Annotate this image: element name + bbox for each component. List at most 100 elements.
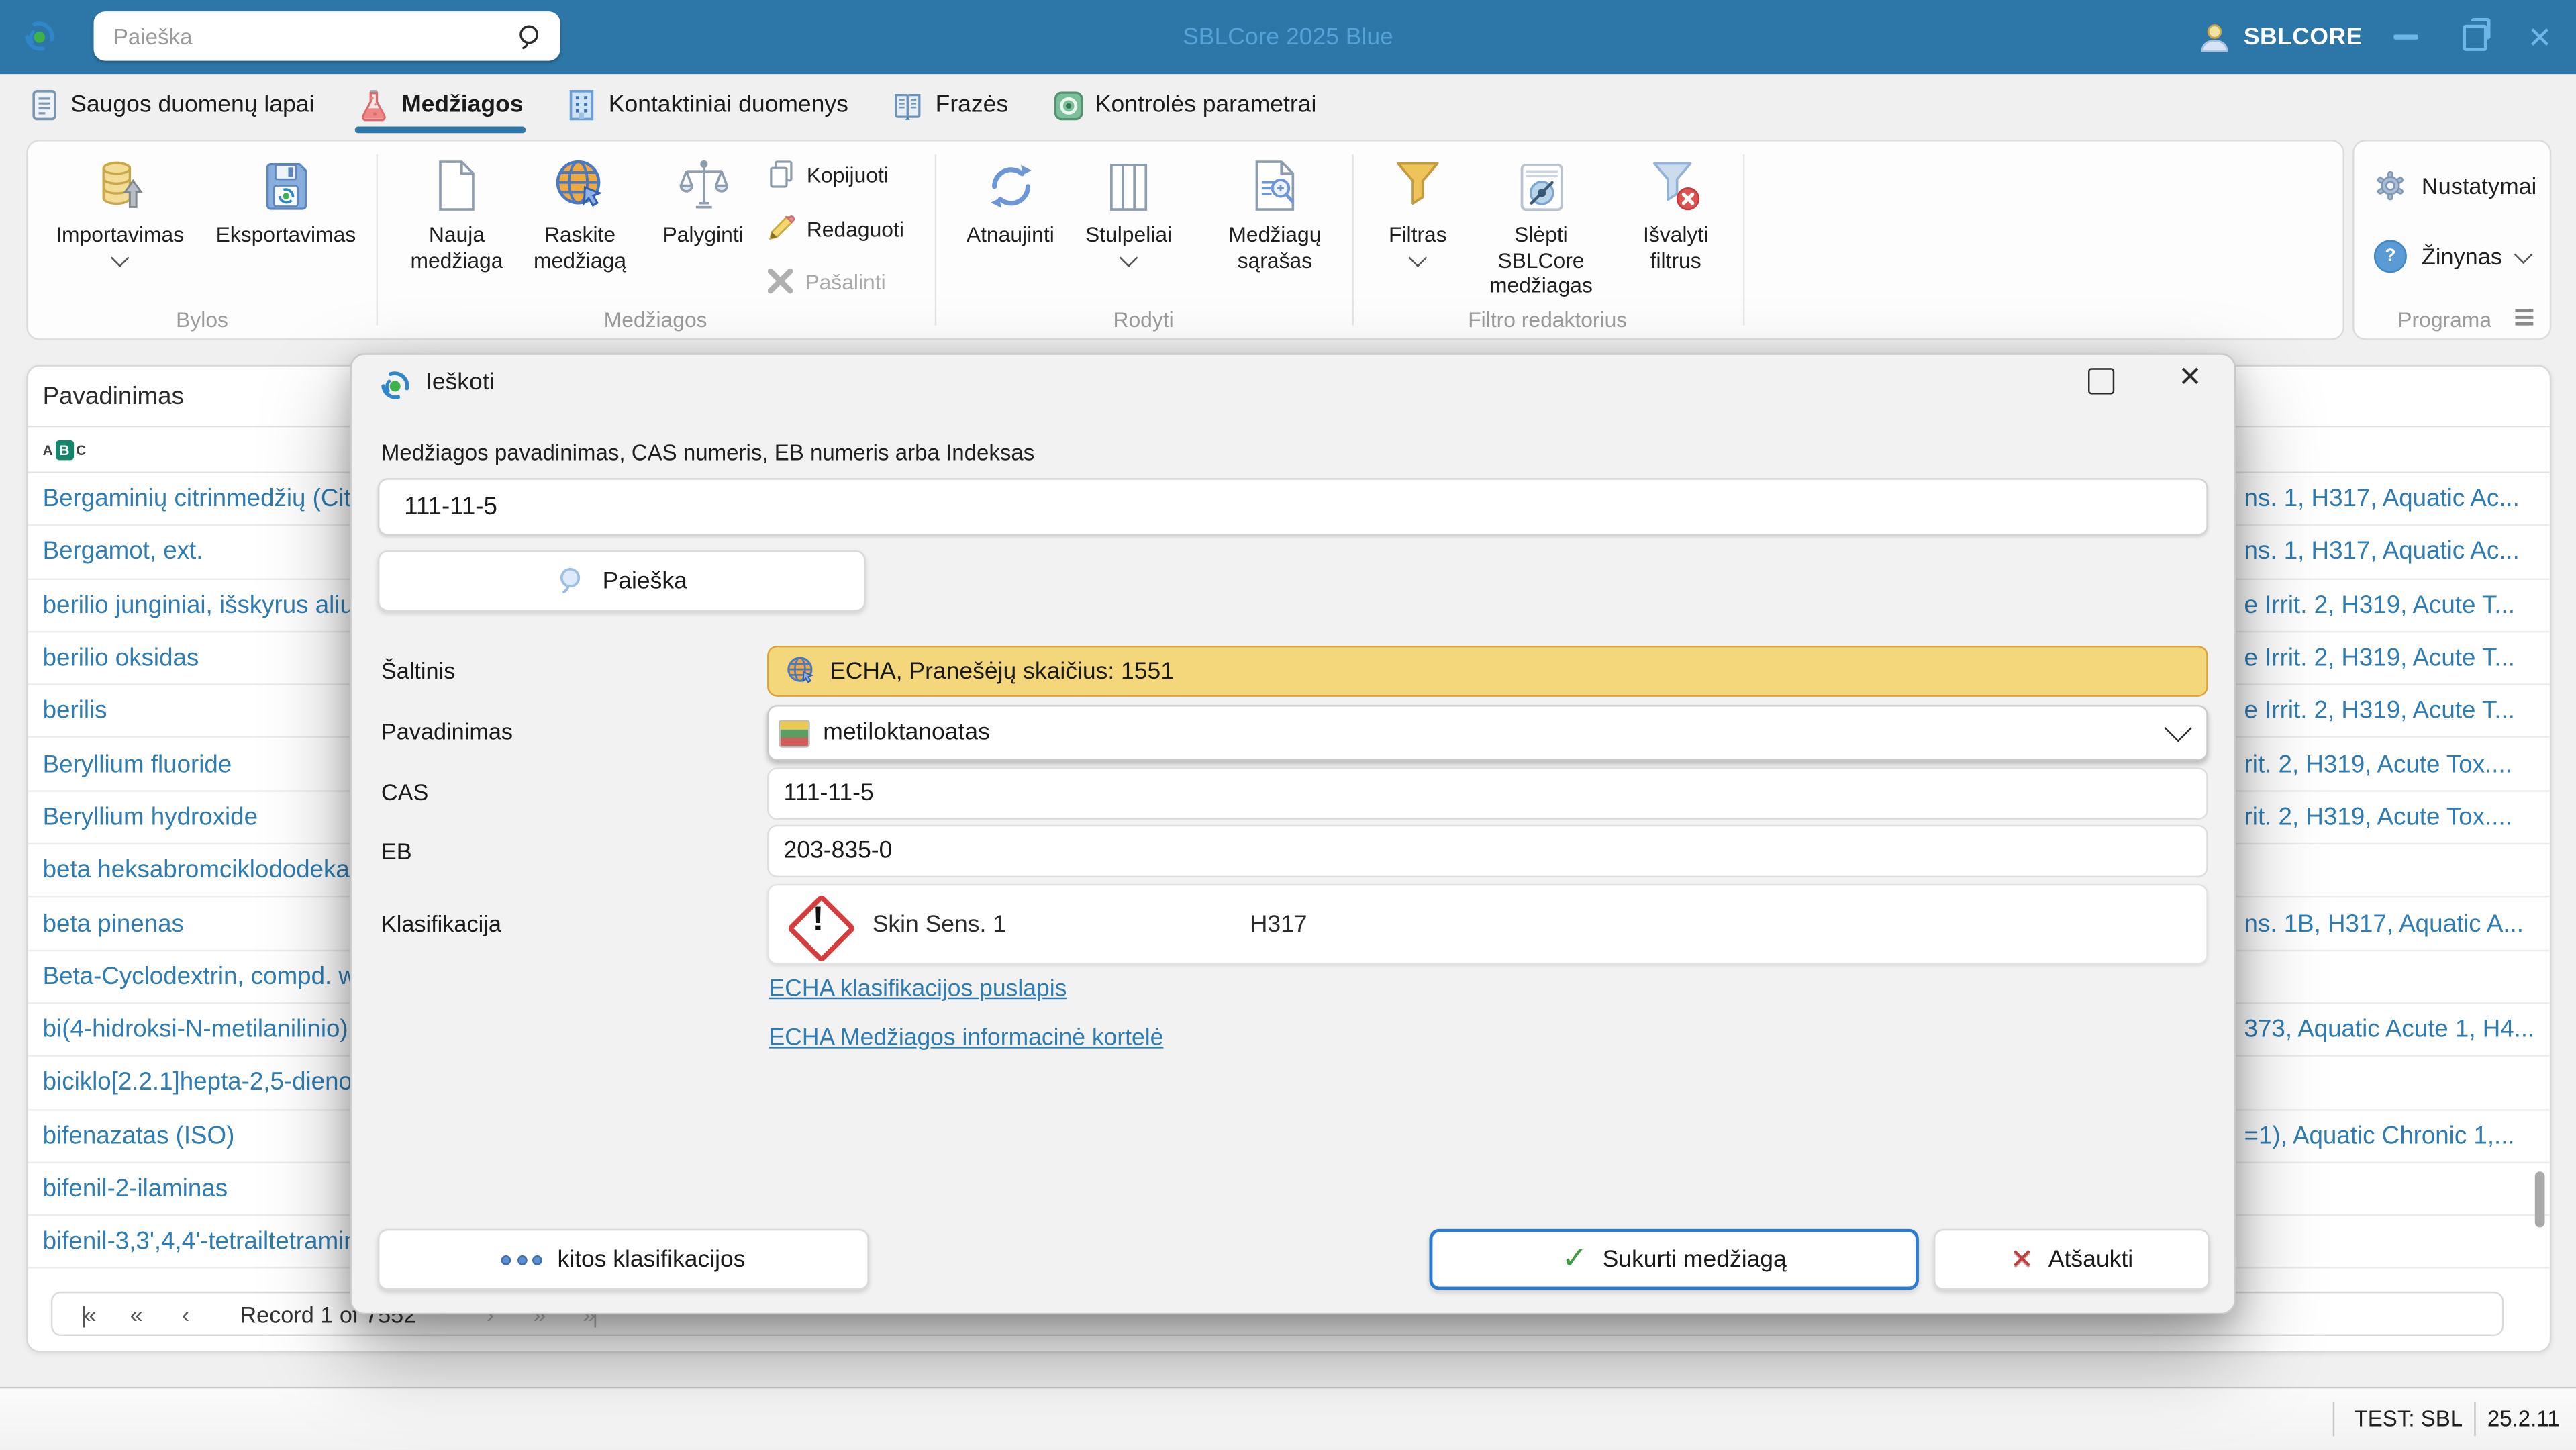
import-button[interactable]: Importavimas bbox=[51, 154, 189, 267]
cancel-button[interactable]: ✕ Atšaukti bbox=[1933, 1228, 2210, 1290]
global-search-box[interactable] bbox=[93, 11, 560, 61]
compare-button[interactable]: Palyginti bbox=[649, 154, 758, 247]
classification-cell[interactable]: rit. 2, H319, Acute Tox.... bbox=[2244, 804, 2550, 832]
status-divider bbox=[2332, 1401, 2335, 1437]
document-search-icon bbox=[1250, 154, 1299, 213]
check-icon: ✓ bbox=[1561, 1242, 1588, 1277]
tab-medziagos[interactable]: Medžiagos bbox=[355, 74, 527, 136]
classification-cell[interactable]: 373, Aquatic Acute 1, H4... bbox=[2244, 1016, 2550, 1044]
group-divider bbox=[1352, 154, 1354, 326]
settings-button[interactable]: Nustatymai bbox=[2374, 169, 2536, 202]
filter-button[interactable]: Filtras bbox=[1367, 154, 1469, 267]
button-label: Žinynas bbox=[2421, 243, 2502, 270]
dialog-search-button[interactable]: Paieška bbox=[377, 550, 866, 612]
group-divider bbox=[934, 154, 937, 326]
columns-button[interactable]: Stulpeliai bbox=[1073, 154, 1184, 267]
edit-button[interactable]: Redaguoti bbox=[767, 213, 904, 243]
button-label: Kopijuoti bbox=[806, 162, 889, 187]
restore-button[interactable] bbox=[2441, 0, 2507, 74]
other-classifications-button[interactable]: kitos klasifikacijos bbox=[377, 1228, 869, 1290]
refresh-button[interactable]: Atnaujinti bbox=[948, 154, 1073, 247]
database-import-icon bbox=[94, 154, 146, 213]
substance-list-button[interactable]: Medžiagų sąrašas bbox=[1204, 154, 1346, 273]
ribbon-group-label: Programa bbox=[2397, 307, 2492, 332]
help-button[interactable]: ? Žinynas bbox=[2373, 240, 2533, 273]
group-divider bbox=[1743, 154, 1745, 326]
chevron-down-icon[interactable] bbox=[2164, 714, 2192, 742]
classification-cell[interactable]: rit. 2, H319, Acute Tox.... bbox=[2244, 751, 2550, 779]
search-icon bbox=[556, 565, 588, 597]
tab-saugos-duomenu-lapai[interactable]: Saugos duomenų lapai bbox=[30, 74, 314, 136]
minimize-button[interactable] bbox=[2372, 0, 2438, 74]
tab-label: Frazės bbox=[935, 92, 1009, 119]
classification-cell[interactable]: e Irrit. 2, H319, Acute T... bbox=[2244, 697, 2550, 726]
eb-label: EB bbox=[381, 838, 412, 865]
button-label: Palyginti bbox=[662, 222, 744, 247]
version-label: 25.2.11 bbox=[2487, 1406, 2560, 1431]
cas-label: CAS bbox=[381, 779, 429, 806]
copy-button[interactable]: Kopijuoti bbox=[767, 159, 889, 189]
dialog-search-input[interactable] bbox=[401, 491, 2207, 523]
dialog-close-button[interactable]: ✕ bbox=[2179, 361, 2202, 394]
environment-label: TEST: SBL bbox=[2354, 1406, 2463, 1431]
copy-icon bbox=[767, 159, 795, 189]
close-button[interactable]: ✕ bbox=[2507, 0, 2573, 74]
account-area[interactable]: SBLCORE bbox=[2197, 0, 2362, 74]
global-search-input[interactable] bbox=[109, 22, 516, 50]
tab-kontaktiniai-duomenys[interactable]: Kontaktiniai duomenys bbox=[568, 74, 848, 136]
app-window: SBLCore 2025 Blue SBLCORE ✕ Saugos duome… bbox=[0, 0, 2576, 1449]
building-icon bbox=[568, 89, 597, 122]
globe-icon bbox=[785, 656, 817, 687]
scrollbar-thumb[interactable] bbox=[2534, 1171, 2545, 1228]
cas-value: 111-11-5 bbox=[783, 780, 874, 807]
cas-value-box[interactable]: 111-11-5 bbox=[767, 767, 2208, 820]
name-label: Pavadinimas bbox=[381, 718, 513, 744]
columns-icon bbox=[1105, 154, 1152, 213]
delete-button[interactable]: Pašalinti bbox=[767, 268, 886, 294]
name-value: metiloktanoatas bbox=[823, 720, 990, 746]
dialog-maximize-button[interactable] bbox=[2088, 368, 2115, 395]
tab-kontroles-parametrai[interactable]: Kontrolės parametrai bbox=[1052, 74, 1316, 136]
delete-x-icon bbox=[767, 268, 793, 294]
first-record-button[interactable]: |« bbox=[62, 1300, 111, 1326]
echa-infocard-link[interactable]: ECHA Medžiagos informacinė kortelė bbox=[769, 1025, 1164, 1051]
button-label: Atnaujinti bbox=[966, 222, 1054, 247]
cancel-x-icon: ✕ bbox=[2010, 1243, 2034, 1275]
new-substance-button[interactable]: Nauja medžiaga bbox=[399, 154, 514, 273]
ribbon-group-label: Rodyti bbox=[1113, 307, 1174, 332]
classification-cell[interactable]: =1), Aquatic Chronic 1,... bbox=[2244, 1122, 2550, 1150]
search-icon[interactable] bbox=[516, 22, 544, 50]
echa-classification-link[interactable]: ECHA klasifikacijos puslapis bbox=[769, 976, 1067, 1002]
source-value-box[interactable]: ECHA, Pranešėjų skaičius: 1551 bbox=[767, 645, 2208, 697]
floppy-export-icon bbox=[260, 154, 311, 213]
tab-label: Saugos duomenų lapai bbox=[70, 92, 315, 119]
tab-frazes[interactable]: Frazės bbox=[893, 74, 1008, 136]
create-substance-button[interactable]: ✓ Sukurti medžiagą bbox=[1429, 1228, 1919, 1290]
classification-cell[interactable]: ns. 1B, H317, Aquatic A... bbox=[2244, 910, 2550, 938]
eb-value-box[interactable]: 203-835-0 bbox=[767, 824, 2208, 878]
clear-filter-icon bbox=[1649, 154, 1701, 213]
classification-cell[interactable]: ns. 1, H317, Aquatic Ac... bbox=[2244, 485, 2550, 513]
name-dropdown[interactable]: metiloktanoatas bbox=[767, 705, 2208, 761]
button-label: Išvalyti filtrus bbox=[1643, 222, 1709, 273]
pencil-icon bbox=[767, 213, 795, 243]
ghs07-exclamation-pictogram-icon: ! bbox=[785, 891, 856, 963]
dialog-search-box[interactable] bbox=[377, 478, 2208, 536]
ribbon-group-label: Filtro redaktorius bbox=[1468, 307, 1628, 332]
group-options-icon[interactable] bbox=[2515, 309, 2534, 326]
prev-record-button[interactable]: ‹ bbox=[161, 1300, 210, 1326]
find-substance-button[interactable]: Raskite medžiagą bbox=[521, 154, 639, 273]
hide-sblcore-substances-button[interactable]: Slėpti SBLCore medžiagas bbox=[1469, 154, 1613, 298]
table-scrollbar[interactable] bbox=[2534, 843, 2545, 1351]
ellipsis-icon bbox=[501, 1254, 543, 1265]
classification-cell[interactable]: e Irrit. 2, H319, Acute T... bbox=[2244, 644, 2550, 673]
clear-filters-button[interactable]: Išvalyti filtrus bbox=[1618, 154, 1733, 273]
prev-page-button[interactable]: « bbox=[111, 1300, 160, 1326]
export-button[interactable]: Eksportavimas bbox=[201, 154, 372, 247]
button-label: Medžiagų sąrašas bbox=[1228, 222, 1322, 273]
classification-cell[interactable]: e Irrit. 2, H319, Acute T... bbox=[2244, 591, 2550, 620]
account-name: SBLCORE bbox=[2243, 23, 2363, 50]
classification-cell[interactable]: ns. 1, H317, Aquatic Ac... bbox=[2244, 538, 2550, 566]
user-icon bbox=[2197, 21, 2230, 54]
abc-filter-icon: ABC bbox=[43, 439, 87, 460]
